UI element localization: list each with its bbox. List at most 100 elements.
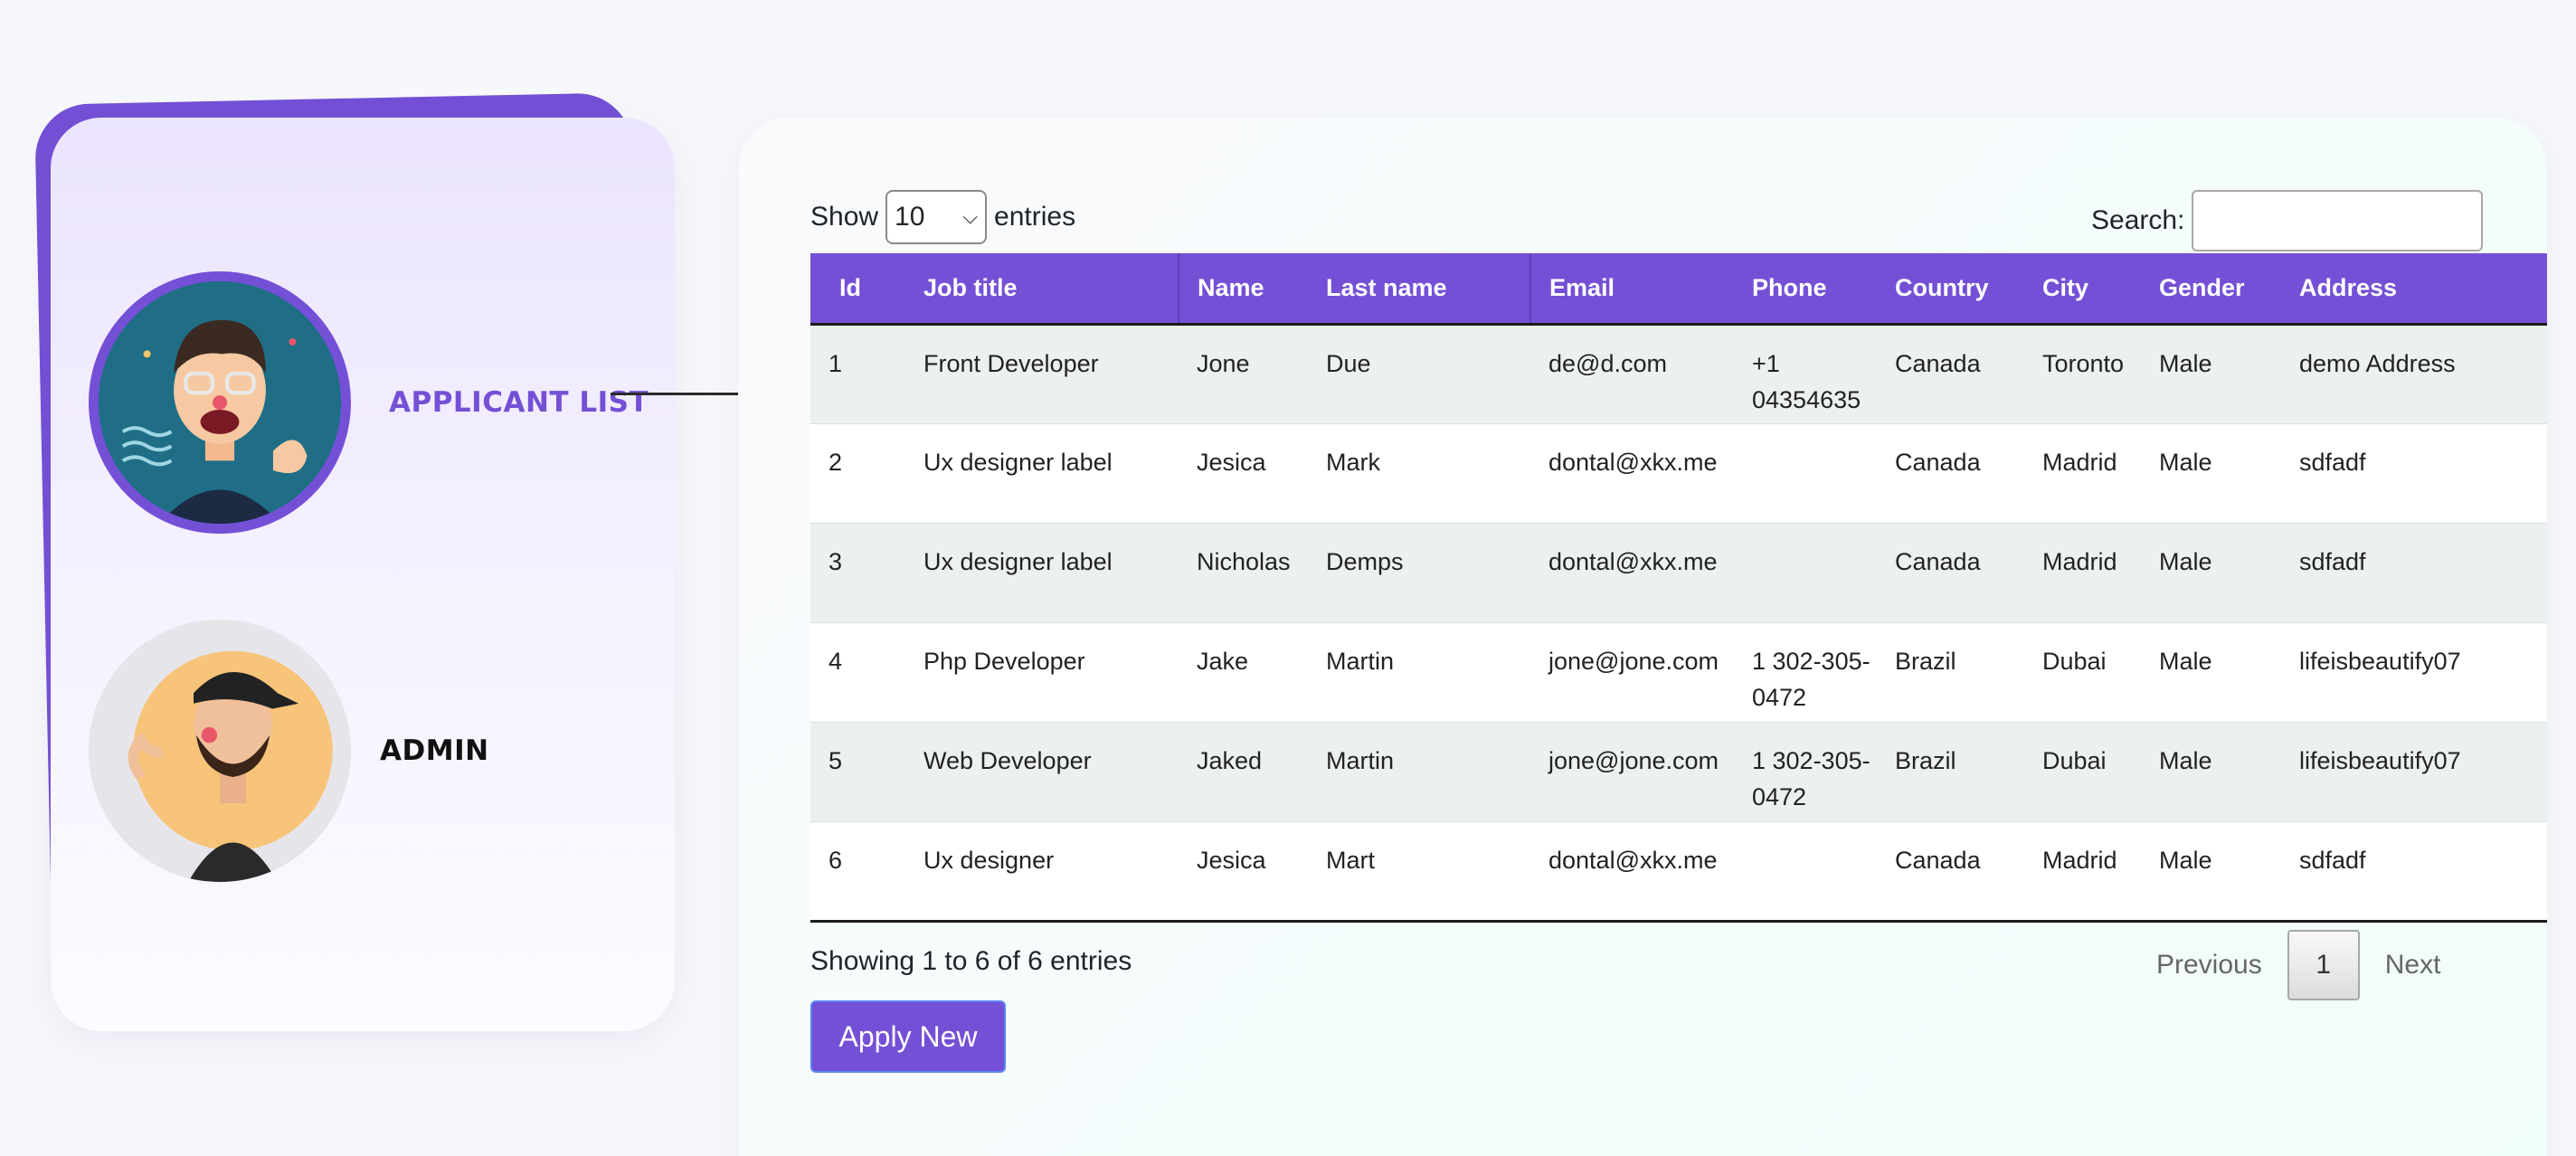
cell-country: Brazil [1877,721,2024,821]
cell-country: Canada [1877,522,2024,622]
cell-phone [1734,522,1877,622]
cell-last-name: Due [1308,323,1530,423]
cell-last-name: Martin [1308,621,1530,722]
cell-country: Canada [1877,422,2024,523]
cell-name: Jesica [1179,820,1308,923]
entries-length-select[interactable]: 10 ⌵ [886,190,988,244]
cell-gender: Male [2141,621,2281,722]
show-label: Show [810,202,879,232]
cell-gender: Male [2141,422,2281,523]
cell-address: sdfadf [2281,820,2547,923]
cell-job-title: Ux designer [905,820,1179,923]
cell-id: 4 [810,621,905,722]
page-1-button[interactable]: 1 [2287,930,2360,1000]
cell-id: 1 [810,323,905,423]
cell-phone: +1 04354635 [1734,323,1877,423]
cell-id: 6 [810,820,905,923]
cell-phone: 1 302-305-0472 [1734,721,1877,821]
header-email[interactable]: Email [1530,253,1734,326]
search-control: Search: [2091,190,2484,251]
search-input[interactable] [2192,190,2484,251]
cell-country: Canada [1877,323,2024,423]
cell-city: Dubai [2024,621,2141,722]
header-city[interactable]: City [2024,253,2141,326]
cell-name: Jone [1179,323,1308,423]
cell-email: jone@jone.com [1530,621,1734,722]
header-last-name[interactable]: Last name [1308,253,1530,326]
cell-job-title: Ux designer label [905,522,1179,622]
cell-email: de@d.com [1530,323,1734,423]
table-row: 5 Web Developer Jaked Martin jone@jone.c… [810,721,2547,821]
sidebar-item-label: APPLICANT LIST [389,386,649,419]
cell-name: Jaked [1179,721,1308,821]
next-page-button[interactable]: Next [2360,950,2467,981]
sidebar: APPLICANT LIST ADMIN [51,118,675,1031]
cell-gender: Male [2141,721,2281,821]
cell-address: lifeisbeautify07 [2281,621,2547,722]
sidebar-item-label: ADMIN [380,734,489,767]
header-gender[interactable]: Gender [2141,253,2281,326]
cell-country: Brazil [1877,621,2024,722]
cell-phone [1734,820,1877,923]
cell-gender: Male [2141,323,2281,423]
cell-job-title: Ux designer label [905,422,1179,523]
entries-label: entries [994,202,1076,232]
cell-id: 5 [810,721,905,821]
table-row: 1 Front Developer Jone Due de@d.com +1 0… [810,323,2547,423]
header-phone[interactable]: Phone [1734,253,1877,326]
cell-city: Toronto [2024,323,2141,423]
sidebar-item-applicant-list[interactable]: APPLICANT LIST [89,271,649,534]
table-row: 4 Php Developer Jake Martin jone@jone.co… [810,621,2547,722]
search-label: Search: [2091,205,2185,235]
cell-job-title: Php Developer [905,621,1179,722]
cell-phone: 1 302-305-0472 [1734,621,1877,722]
table-row: 2 Ux designer label Jesica Mark dontal@x… [810,422,2547,523]
header-address[interactable]: Address [2281,253,2547,326]
cell-name: Jesica [1179,422,1308,523]
cell-last-name: Martin [1308,721,1530,821]
cell-gender: Male [2141,820,2281,923]
cell-address: lifeisbeautify07 [2281,721,2547,821]
cell-id: 3 [810,522,905,622]
cell-last-name: Mart [1308,820,1530,923]
cell-address: sdfadf [2281,422,2547,523]
previous-page-button[interactable]: Previous [2131,950,2287,981]
cell-email: jone@jone.com [1530,721,1734,821]
cell-name: Jake [1179,621,1308,722]
entries-length-control: Show 10 ⌵ entries [810,190,1075,244]
cell-id: 2 [810,422,905,523]
cell-city: Madrid [2024,422,2141,523]
cell-city: Madrid [2024,522,2141,622]
cell-email: dontal@xkx.me [1530,820,1734,923]
header-country[interactable]: Country [1877,253,2024,326]
header-job-title[interactable]: Job title [905,253,1179,326]
pagination: Previous 1 Next [2131,930,2466,1000]
header-id[interactable]: Id [810,253,905,326]
cell-phone [1734,422,1877,523]
applicant-table: Id Job title Name Last name Email Phone … [810,253,2547,923]
table-header-row: Id Job title Name Last name Email Phone … [810,253,2547,326]
cell-address: sdfadf [2281,522,2547,622]
cell-country: Canada [1877,820,2024,923]
cell-city: Madrid [2024,820,2141,923]
sidebar-item-admin[interactable]: ADMIN [89,620,489,882]
cell-job-title: Front Developer [905,323,1179,423]
cell-name: Nicholas [1179,522,1308,622]
chevron-down-icon: ⌵ [962,205,979,228]
cell-city: Dubai [2024,721,2141,821]
table-info: Showing 1 to 6 of 6 entries [810,946,1132,976]
cell-email: dontal@xkx.me [1530,422,1734,523]
cell-email: dontal@xkx.me [1530,522,1734,622]
length-value: 10 [895,202,925,232]
cell-address: demo Address [2281,323,2547,423]
table-row: 3 Ux designer label Nicholas Demps donta… [810,522,2547,622]
cell-gender: Male [2141,522,2281,622]
cell-last-name: Mark [1308,422,1530,523]
avatar-bearded-man-icon [89,620,351,882]
avatar-glasses-man-icon [89,271,351,534]
header-name[interactable]: Name [1178,253,1308,326]
apply-new-button[interactable]: Apply New [810,1000,1006,1073]
table-row: 6 Ux designer Jesica Mart dontal@xkx.me … [810,820,2547,923]
cell-job-title: Web Developer [905,721,1179,821]
cell-last-name: Demps [1308,522,1530,622]
